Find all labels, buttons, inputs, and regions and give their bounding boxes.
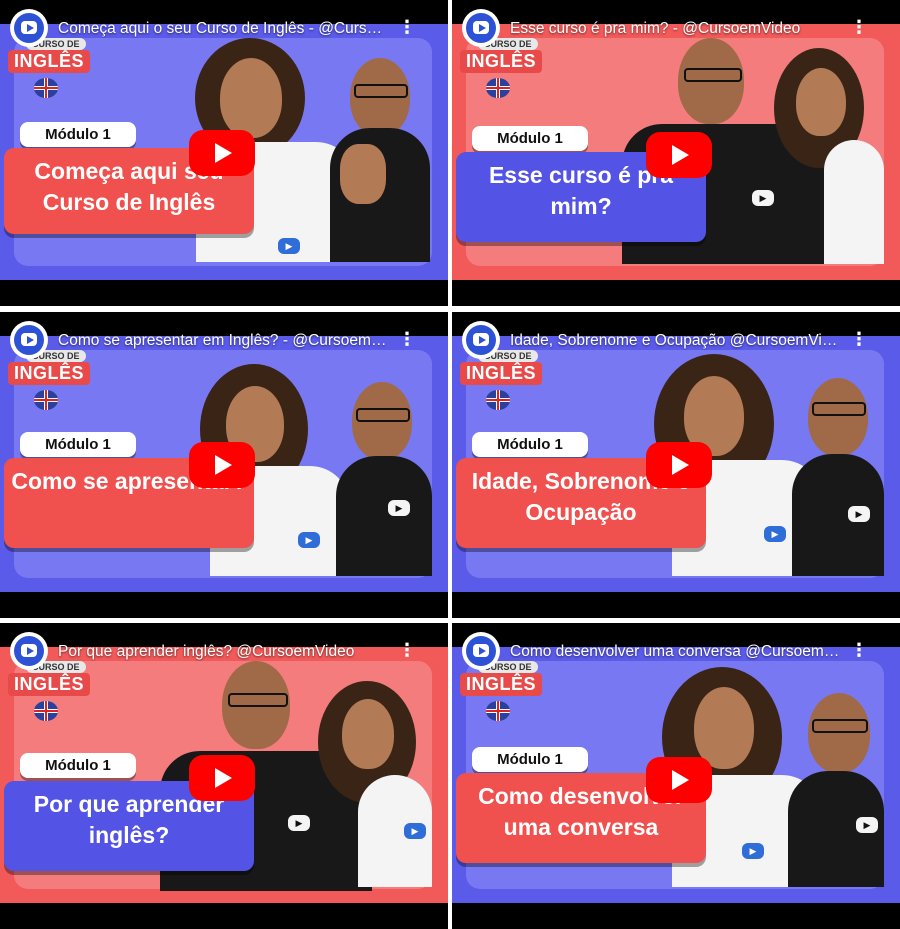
channel-avatar-icon[interactable]	[462, 9, 500, 47]
video-card[interactable]: CURSO DE INGLÊS ▶ ▶ Módulo 1 Como desenv…	[452, 623, 900, 929]
video-thumbnail[interactable]: CURSO DE INGLÊS ▶ ▶ Módulo 1 Por que apr…	[0, 647, 448, 903]
language-badge: INGLÊS	[460, 673, 543, 696]
play-button-icon[interactable]	[189, 442, 255, 488]
language-badge: INGLÊS	[460, 362, 543, 385]
video-thumbnail[interactable]: CURSO DE INGLÊS ▶ ▶ Módulo 1 Como desenv…	[452, 647, 900, 903]
channel-avatar-icon[interactable]	[10, 321, 48, 359]
video-thumbnail[interactable]: CURSO DE INGLÊS ▶ ▶ Módulo 1 Como se apr…	[0, 336, 448, 592]
uk-us-flag-icon	[34, 390, 58, 410]
uk-us-flag-icon	[34, 701, 58, 721]
video-title[interactable]: Como se apresentar em Inglês? - @Cursoem…	[58, 332, 388, 350]
module-label: Módulo 1	[20, 122, 136, 147]
module-label: Módulo 1	[20, 432, 136, 457]
video-card[interactable]: CURSO DE INGLÊS ▶ Módulo 1 Começa aqui s…	[0, 0, 448, 306]
channel-logo-icon: ▶	[404, 823, 426, 839]
channel-logo-icon: ▶	[288, 815, 310, 831]
module-label: Módulo 1	[20, 753, 136, 778]
module-label: Módulo 1	[472, 747, 588, 772]
channel-logo-icon: ▶	[764, 526, 786, 542]
more-vert-icon[interactable]: ⋮	[398, 330, 416, 348]
channel-logo-icon: ▶	[298, 532, 320, 548]
language-badge: INGLÊS	[8, 673, 91, 696]
video-title[interactable]: Como desenvolver uma conversa @CursoemVi…	[510, 643, 840, 661]
video-thumbnail[interactable]: CURSO DE INGLÊS ▶ ▶ Módulo 1 Idade, Sobr…	[452, 336, 900, 592]
more-vert-icon[interactable]: ⋮	[398, 641, 416, 659]
video-title[interactable]: Idade, Sobrenome e Ocupação @CursoemVide…	[510, 332, 840, 350]
play-button-icon[interactable]	[189, 130, 255, 176]
module-label: Módulo 1	[472, 126, 588, 151]
channel-avatar-icon[interactable]	[10, 632, 48, 670]
video-thumbnail[interactable]: CURSO DE INGLÊS ▶ Módulo 1 Esse curso é …	[452, 24, 900, 280]
channel-logo-icon: ▶	[278, 238, 300, 254]
video-card[interactable]: CURSO DE INGLÊS ▶ ▶ Módulo 1 Como se apr…	[0, 312, 448, 618]
play-button-icon[interactable]	[646, 442, 712, 488]
channel-logo-icon: ▶	[752, 190, 774, 206]
play-button-icon[interactable]	[189, 755, 255, 801]
video-grid: CURSO DE INGLÊS ▶ Módulo 1 Começa aqui s…	[0, 0, 900, 929]
language-badge: INGLÊS	[460, 50, 543, 73]
channel-logo-icon: ▶	[856, 817, 878, 833]
video-thumbnail[interactable]: CURSO DE INGLÊS ▶ Módulo 1 Começa aqui s…	[0, 24, 448, 280]
more-vert-icon[interactable]: ⋮	[850, 330, 868, 348]
channel-avatar-icon[interactable]	[10, 9, 48, 47]
video-card[interactable]: CURSO DE INGLÊS ▶ Módulo 1 Esse curso é …	[452, 0, 900, 306]
uk-us-flag-icon	[486, 78, 510, 98]
video-card[interactable]: CURSO DE INGLÊS ▶ ▶ Módulo 1 Idade, Sobr…	[452, 312, 900, 618]
channel-logo-icon: ▶	[742, 843, 764, 859]
uk-us-flag-icon	[34, 78, 58, 98]
play-button-icon[interactable]	[646, 757, 712, 803]
more-vert-icon[interactable]: ⋮	[398, 18, 416, 36]
play-button-icon[interactable]	[646, 132, 712, 178]
video-card[interactable]: CURSO DE INGLÊS ▶ ▶ Módulo 1 Por que apr…	[0, 623, 448, 929]
video-title[interactable]: Por que aprender inglês? @CursoemVideo	[58, 643, 388, 661]
uk-us-flag-icon	[486, 390, 510, 410]
language-badge: INGLÊS	[8, 362, 91, 385]
channel-logo-icon: ▶	[848, 506, 870, 522]
channel-logo-icon: ▶	[388, 500, 410, 516]
video-title[interactable]: Começa aqui o seu Curso de Inglês - @Cur…	[58, 20, 388, 38]
language-badge: INGLÊS	[8, 50, 91, 73]
video-title[interactable]: Esse curso é pra mim? - @CursoemVideo	[510, 20, 840, 38]
more-vert-icon[interactable]: ⋮	[850, 18, 868, 36]
uk-us-flag-icon	[486, 701, 510, 721]
channel-avatar-icon[interactable]	[462, 632, 500, 670]
module-label: Módulo 1	[472, 432, 588, 457]
more-vert-icon[interactable]: ⋮	[850, 641, 868, 659]
channel-avatar-icon[interactable]	[462, 321, 500, 359]
